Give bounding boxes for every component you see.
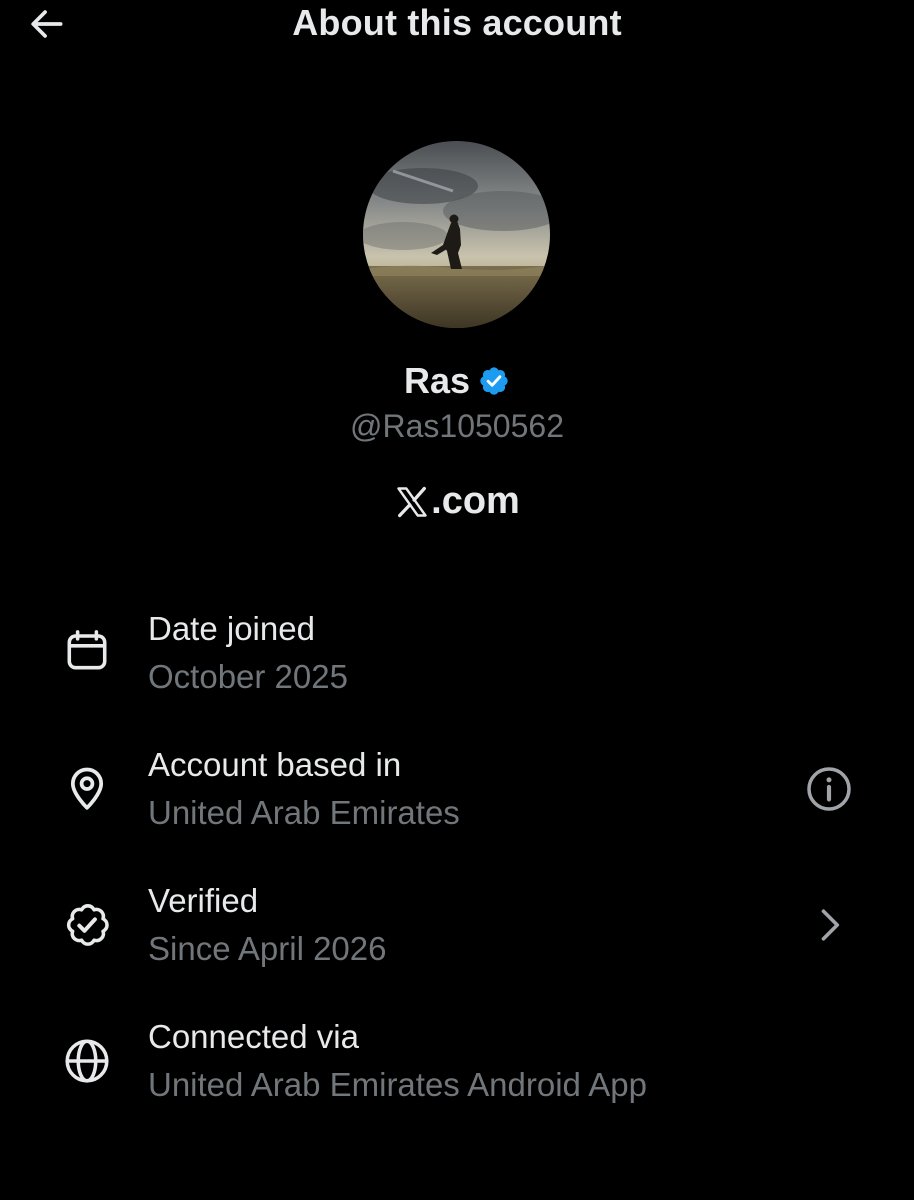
name-row: Ras bbox=[0, 360, 914, 402]
row-value-date-joined: October 2025 bbox=[148, 658, 348, 695]
top-bar: About this account bbox=[0, 0, 914, 50]
info-row-date-joined: Date joined October 2025 bbox=[0, 608, 914, 718]
location-pin-icon bbox=[60, 761, 114, 815]
domain-label: .com bbox=[0, 480, 914, 523]
row-label-date-joined: Date joined bbox=[148, 610, 315, 647]
row-value-account-based-in: United Arab Emirates bbox=[148, 794, 460, 831]
info-row-connected-via: Connected via United Arab Emirates Andro… bbox=[0, 1016, 914, 1126]
chevron-right-icon[interactable] bbox=[802, 898, 856, 952]
info-icon[interactable] bbox=[802, 762, 856, 816]
page-title: About this account bbox=[292, 2, 622, 43]
info-row-account-based-in: Account based in United Arab Emirates bbox=[0, 744, 914, 854]
row-label-verified: Verified bbox=[148, 882, 259, 919]
verified-badge-icon bbox=[478, 365, 510, 397]
verified-check-icon bbox=[60, 898, 114, 952]
domain-suffix: .com bbox=[431, 480, 520, 522]
row-value-connected-via: United Arab Emirates Android App bbox=[148, 1066, 647, 1103]
x-logo-icon bbox=[394, 484, 430, 520]
calendar-icon bbox=[60, 624, 114, 678]
row-label-connected-via: Connected via bbox=[148, 1018, 359, 1055]
row-value-verified: Since April 2026 bbox=[148, 930, 387, 967]
row-label-account-based-in: Account based in bbox=[148, 746, 402, 783]
info-row-verified[interactable]: Verified Since April 2026 bbox=[0, 880, 914, 990]
profile-avatar[interactable] bbox=[363, 141, 550, 328]
user-handle: @Ras1050562 bbox=[350, 408, 564, 444]
display-name: Ras bbox=[403, 360, 471, 401]
globe-icon bbox=[60, 1034, 114, 1088]
